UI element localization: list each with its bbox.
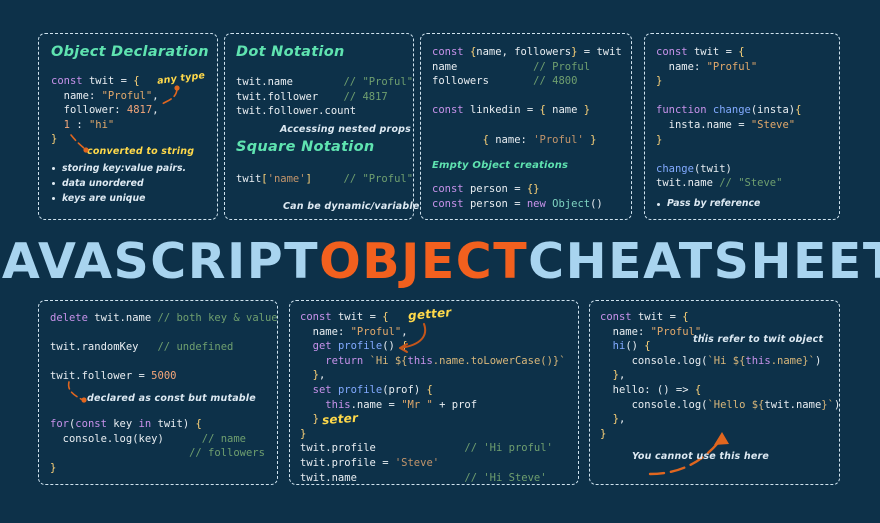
title-word-javascript: JAVASCRIPT xyxy=(0,232,320,290)
code-block-square-notation: twit['name'] // "Proful" xyxy=(236,173,414,185)
arrow-getter xyxy=(399,323,427,353)
code-block-dot-notation: twit.name // "Proful" twit.follower // 4… xyxy=(236,76,414,118)
code-block-delete: delete twit.name // both key & value twi… xyxy=(50,312,278,383)
cheatsheet-canvas: Object Declaration const twit = { name: … xyxy=(0,0,880,523)
card-this-keyword: const twit = { name: "Proful", hi() { co… xyxy=(589,300,840,485)
list-item: data unordered xyxy=(51,176,186,191)
annotation-declared-as-const-but-mutable: declared as const but mutable xyxy=(87,393,256,404)
arrow-converted-to-string xyxy=(70,134,89,153)
annotation-can-be-dynamic: Can be dynamic/variable xyxy=(283,201,420,212)
annotation-converted-to-string: converted to string xyxy=(87,146,195,157)
code-block-destructuring: const {name, followers} = twit name // P… xyxy=(432,46,622,146)
list-item: storing key:value pairs. xyxy=(51,161,186,176)
code-block-for-in: for(const key in twit) { console.log(key… xyxy=(50,418,265,474)
code-block-pass-by-reference: const twit = { name: "Proful" } function… xyxy=(656,46,802,190)
card-heading-object-declaration: Object Declaration xyxy=(51,44,209,60)
arrow-any-type xyxy=(159,85,180,106)
bullet-list-object-declaration: storing key:value pairs. data unordered … xyxy=(51,161,186,206)
title-word-cheatsheet: CHEATSHEET xyxy=(528,232,880,290)
annotation-this-refer-to-twit-object: this refer to twit object xyxy=(693,334,824,345)
card-heading-dot-notation: Dot Notation xyxy=(236,44,345,60)
card-destructuring: const {name, followers} = twit name // P… xyxy=(420,33,632,220)
annotation-setter: seter xyxy=(321,410,359,428)
annotation-pass-by-reference: Pass by reference xyxy=(656,198,760,209)
code-block-this-keyword: const twit = { name: "Proful", hi() { co… xyxy=(600,311,841,440)
card-heading-square-notation: Square Notation xyxy=(236,139,375,155)
page-title: JAVASCRIPT OBJECT CHEATSHEET xyxy=(0,228,880,294)
card-object-declaration: Object Declaration const twit = { name: … xyxy=(38,33,218,220)
code-block-empty-object: const person = {} const person = new Obj… xyxy=(432,183,603,210)
annotation-accessing-nested-props: Accessing nested props xyxy=(280,124,412,135)
annotation-empty-object-creations: Empty Object creations xyxy=(432,160,569,171)
list-item: keys are unique xyxy=(51,191,186,206)
card-pass-by-reference: const twit = { name: "Proful" } function… xyxy=(644,33,840,220)
card-getter-setter: const twit = { name: "Proful", get profi… xyxy=(289,300,579,485)
card-delete-and-loop: delete twit.name // both key & value twi… xyxy=(38,300,278,485)
annotation-you-cannot-use-this-here: You cannot use this here xyxy=(632,451,770,462)
card-dot-notation: Dot Notation twit.name // "Proful" twit.… xyxy=(224,33,419,220)
title-word-object: OBJECT xyxy=(319,232,529,290)
